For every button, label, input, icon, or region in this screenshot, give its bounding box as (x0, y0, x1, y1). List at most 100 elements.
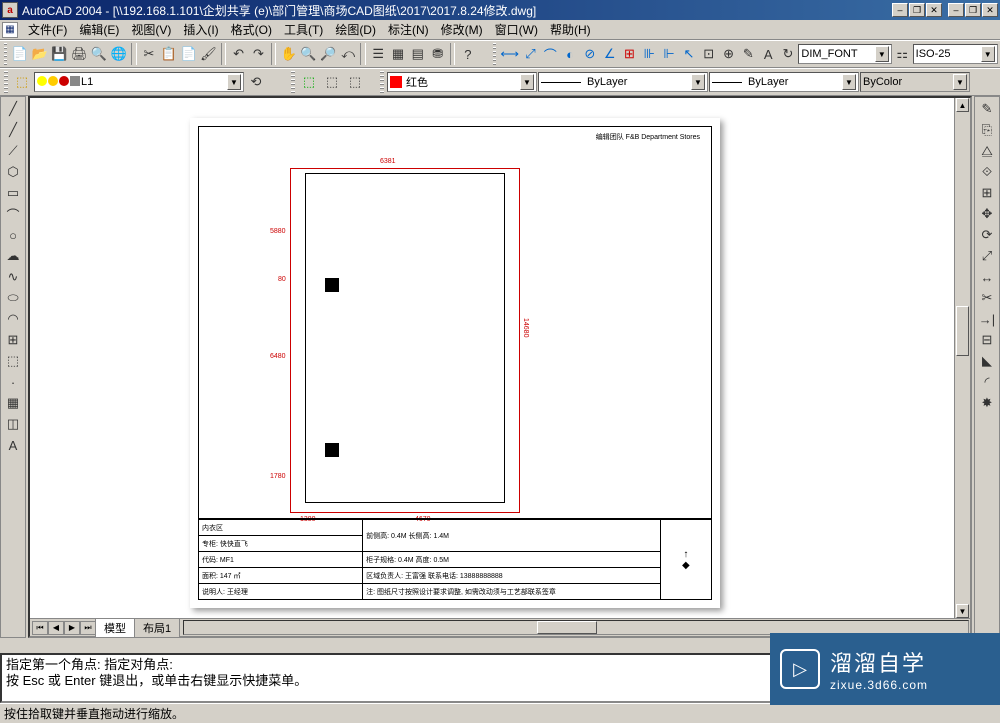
point-icon[interactable]: · (2, 372, 24, 392)
region-icon[interactable]: ◫ (2, 414, 24, 434)
chevron-down-icon[interactable]: ▼ (691, 74, 705, 90)
rectangle-icon[interactable]: ▭ (2, 183, 24, 203)
publish-icon[interactable]: 🌐 (109, 43, 128, 65)
properties-icon[interactable]: ☰ (369, 43, 388, 65)
menu-modify[interactable]: 修改(M) (435, 19, 489, 40)
scroll-down-icon[interactable]: ▼ (956, 604, 969, 618)
lineweight-combo[interactable]: ByLayer ▼ (709, 72, 859, 92)
menu-dim[interactable]: 标注(N) (382, 19, 435, 40)
menu-tools[interactable]: 工具(T) (278, 19, 329, 40)
ellipsearc-icon[interactable]: ◠ (2, 309, 24, 329)
scale-icon[interactable]: ⤢ (976, 246, 998, 266)
move-icon[interactable]: ✥ (976, 204, 998, 224)
spline-icon[interactable]: ∿ (2, 267, 24, 287)
rotate-icon[interactable]: ⟳ (976, 225, 998, 245)
pan-icon[interactable]: ✋ (279, 43, 298, 65)
dim-edit-icon[interactable]: ✎ (739, 43, 758, 65)
mirror-icon[interactable]: ⧋ (976, 141, 998, 161)
stretch-icon[interactable]: ↔ (976, 267, 998, 287)
line-icon[interactable]: ╱ (2, 99, 24, 119)
toolbar-grip[interactable] (380, 71, 384, 93)
offset-icon[interactable]: ⟐ (976, 162, 998, 182)
toolpalettes-icon[interactable]: ▤ (408, 43, 427, 65)
vertical-scrollbar[interactable]: ▲ ▼ (954, 98, 970, 618)
dim-dia-icon[interactable]: ⊘ (580, 43, 599, 65)
mdi-close-button[interactable]: ✕ (926, 3, 942, 17)
open-icon[interactable]: 📂 (30, 43, 49, 65)
copy-obj-icon[interactable]: ⎘ (976, 120, 998, 140)
revcloud-icon[interactable]: ☁ (2, 246, 24, 266)
tab-next-icon[interactable]: ▶ (64, 621, 80, 635)
dim-style-icon[interactable]: ⚏ (893, 43, 912, 65)
chevron-down-icon[interactable]: ▼ (842, 74, 856, 90)
menu-format[interactable]: 格式(O) (225, 19, 278, 40)
dim-center-icon[interactable]: ⊕ (719, 43, 738, 65)
chevron-down-icon[interactable]: ▼ (981, 46, 995, 62)
designcenter-icon[interactable]: ▦ (389, 43, 408, 65)
undo-icon[interactable]: ↶ (229, 43, 248, 65)
circle-icon[interactable]: ○ (2, 225, 24, 245)
toolbar-grip[interactable] (493, 43, 496, 65)
tab-prev-icon[interactable]: ◀ (48, 621, 64, 635)
polygon-icon[interactable]: ⬡ (2, 162, 24, 182)
erase-icon[interactable]: ✎ (976, 99, 998, 119)
toolbar-grip[interactable] (291, 71, 295, 93)
preview-icon[interactable]: 🔍 (90, 43, 109, 65)
dim-cont-icon[interactable]: ⊩ (660, 43, 679, 65)
xline-icon[interactable]: ╱ (2, 120, 24, 140)
dim-linear-icon[interactable]: ⟷ (499, 43, 520, 65)
layer-combo[interactable]: L1 ▼ (34, 72, 244, 92)
explode-icon[interactable]: ✸ (976, 393, 998, 413)
scroll-up-icon[interactable]: ▲ (956, 98, 969, 112)
dim-textedit-icon[interactable]: A (759, 43, 778, 65)
color-combo[interactable]: 红色 ▼ (387, 72, 537, 92)
plotstyle-combo[interactable]: ByColor ▼ (860, 72, 970, 92)
break-icon[interactable]: ⊟ (976, 330, 998, 350)
dim-aligned-icon[interactable]: ⤢ (521, 43, 540, 65)
close-button[interactable]: ✕ (982, 3, 998, 17)
dim-leader-icon[interactable]: ↖ (680, 43, 699, 65)
save-icon[interactable]: 💾 (50, 43, 69, 65)
toolbar-grip[interactable] (4, 71, 8, 93)
drawing-canvas[interactable]: 编辑团队 F&B Department Stores 6381 5880 80 … (30, 98, 954, 618)
tab-model[interactable]: 模型 (95, 618, 135, 637)
layer-iso-icon[interactable]: ⬚ (344, 71, 366, 93)
tab-layout1[interactable]: 布局1 (134, 618, 180, 637)
dim-quick-icon[interactable]: ⊞ (620, 43, 639, 65)
chevron-down-icon[interactable]: ▼ (227, 74, 241, 90)
new-icon[interactable]: 📄 (10, 43, 29, 65)
chevron-down-icon[interactable]: ▼ (953, 74, 967, 90)
menu-view[interactable]: 视图(V) (125, 19, 177, 40)
menu-edit[interactable]: 编辑(E) (73, 19, 125, 40)
tab-first-icon[interactable]: ⏮ (32, 621, 48, 635)
zoom-prev-icon[interactable]: ⤺ (339, 43, 358, 65)
zoom-win-icon[interactable]: 🔎 (319, 43, 338, 65)
matchprop-icon[interactable]: 🖌 (199, 43, 218, 65)
trim-icon[interactable]: ✂ (976, 288, 998, 308)
make-current-icon[interactable]: ⬚ (298, 71, 320, 93)
minimize-button[interactable]: – (948, 3, 964, 17)
chevron-down-icon[interactable]: ▼ (875, 46, 889, 62)
linetype-combo[interactable]: ByLayer ▼ (538, 72, 708, 92)
print-icon[interactable]: 🖨 (70, 43, 89, 65)
layer-prev-icon[interactable]: ⟲ (245, 71, 267, 93)
help-icon[interactable]: ? (458, 43, 477, 65)
layer-manager-icon[interactable]: ⬚ (11, 71, 33, 93)
block-icon[interactable]: ⬚ (2, 351, 24, 371)
tab-last-icon[interactable]: ⏭ (80, 621, 96, 635)
fillet-icon[interactable]: ◜ (976, 372, 998, 392)
paste-icon[interactable]: 📄 (179, 43, 198, 65)
extend-icon[interactable]: →| (976, 309, 998, 329)
layer-states-icon[interactable]: ⬚ (321, 71, 343, 93)
insert-icon[interactable]: ⊞ (2, 330, 24, 350)
ellipse-icon[interactable]: ⬭ (2, 288, 24, 308)
toolbar-grip[interactable] (4, 43, 7, 65)
arc-icon[interactable]: ⌒ (2, 204, 24, 224)
dbconnect-icon[interactable]: ⛃ (428, 43, 447, 65)
mdi-restore-button[interactable]: ❐ (909, 3, 925, 17)
mdi-minimize-button[interactable]: – (892, 3, 908, 17)
dim-baseline-icon[interactable]: ⊪ (640, 43, 659, 65)
menu-insert[interactable]: 插入(I) (177, 19, 224, 40)
menu-help[interactable]: 帮助(H) (544, 19, 597, 40)
hatch-icon[interactable]: ▦ (2, 393, 24, 413)
